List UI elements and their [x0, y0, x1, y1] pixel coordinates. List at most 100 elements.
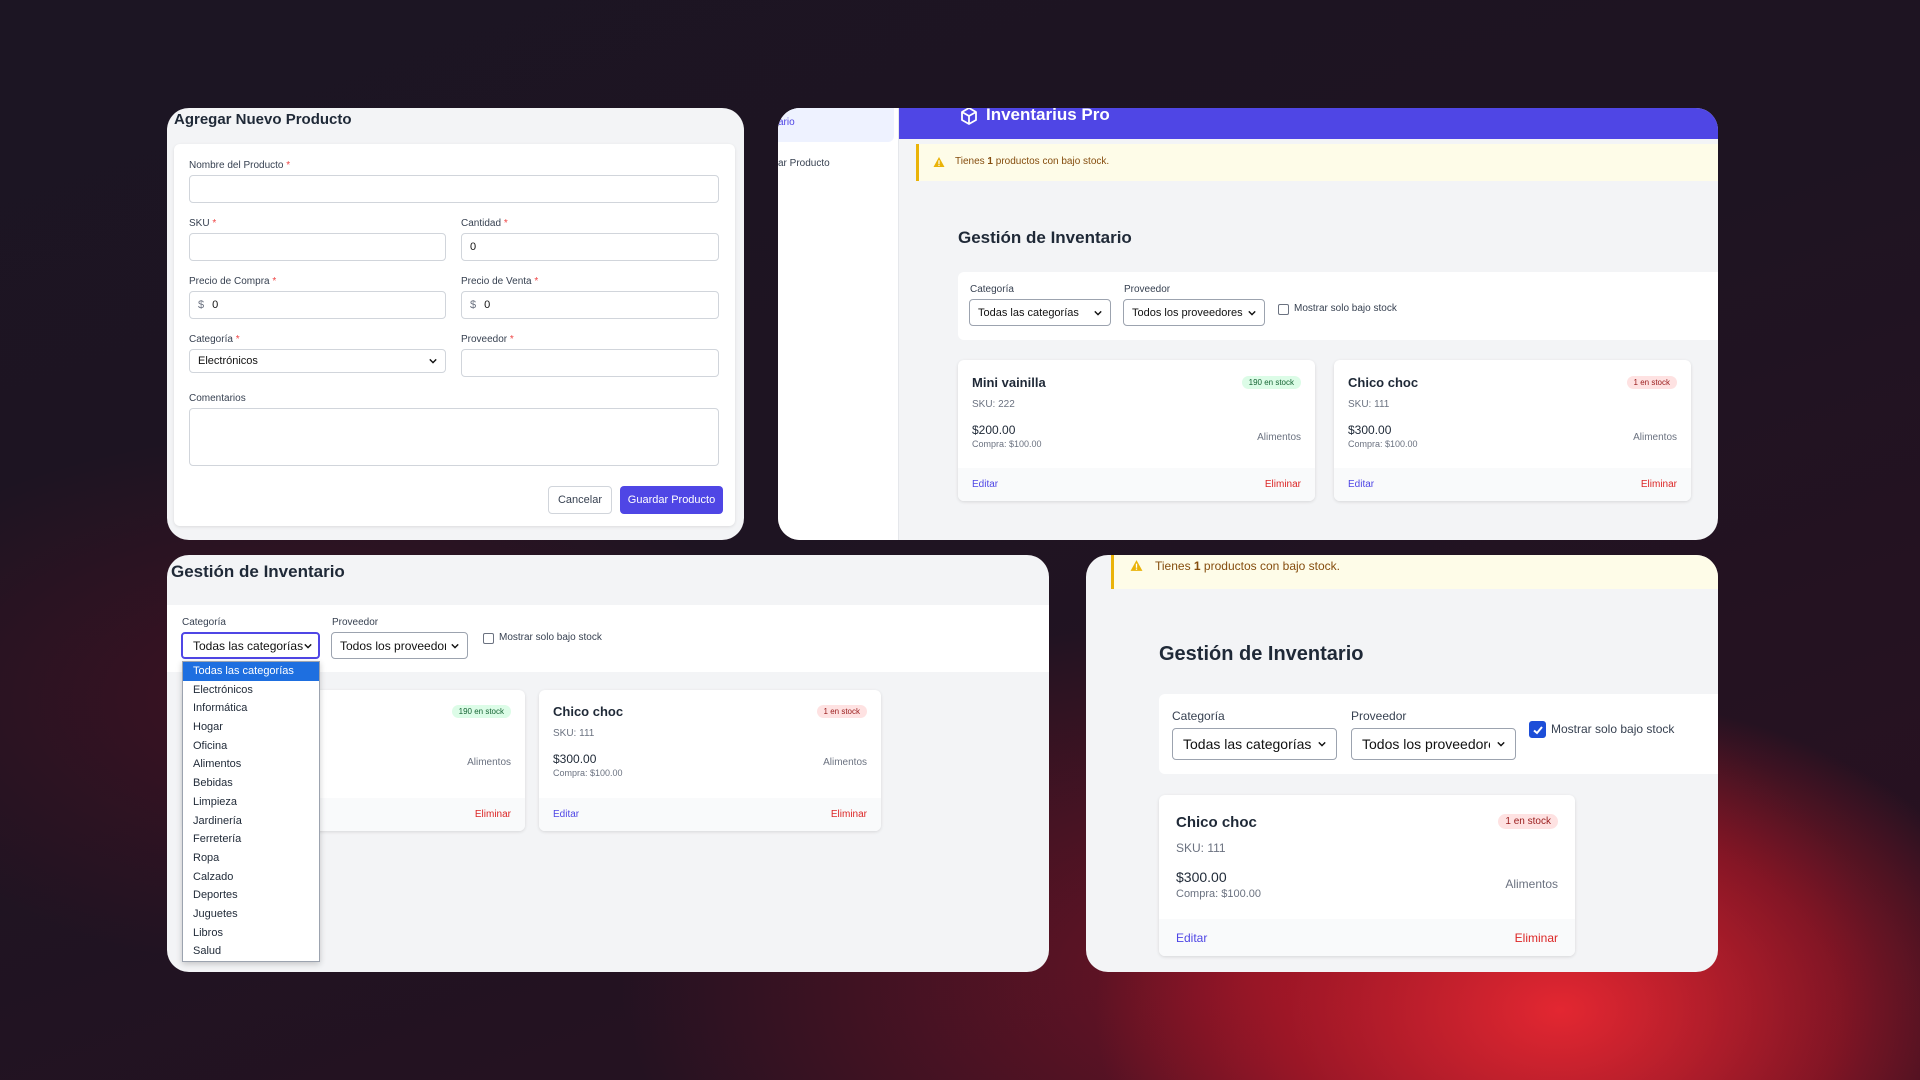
form-card: Nombre del Producto * SKU * Cantidad * 0… [174, 144, 735, 526]
product-category: Alimentos [1257, 432, 1301, 443]
category-select[interactable]: Electrónicos [189, 349, 446, 373]
dropdown-option[interactable]: Bebidas [183, 774, 319, 793]
sidebar-item-label: ario [778, 117, 795, 128]
category-dropdown-list: Todas las categorías Electrónicos Inform… [182, 661, 320, 962]
dropdown-option[interactable]: Alimentos [183, 755, 319, 774]
page-title: Gestión de Inventario [171, 562, 345, 581]
edit-link[interactable]: Editar [972, 479, 998, 490]
edit-link[interactable]: Editar [1348, 479, 1374, 490]
delete-link[interactable]: Eliminar [475, 809, 511, 820]
supplier-filter-select[interactable]: Todos los proveedores [331, 632, 468, 659]
buy-price-label: Precio de Compra * [189, 276, 277, 287]
supplier-filter-label: Proveedor [1351, 709, 1407, 723]
dropdown-option[interactable]: Calzado [183, 868, 319, 887]
buy-price-input[interactable]: $ 0 [189, 291, 446, 319]
quantity-label: Cantidad * [461, 218, 508, 229]
category-label: Categoría * [189, 334, 240, 345]
sidebar-item-label: ar Producto [778, 158, 830, 169]
page-title: Gestión de Inventario [1159, 643, 1364, 665]
chevron-down-icon [304, 643, 312, 649]
warning-icon [1130, 560, 1143, 571]
dropdown-option[interactable]: Limpieza [183, 793, 319, 812]
alert-text: Tienes 1 productos con bajo stock. [955, 156, 1110, 167]
app-overview-panel: ario ar Producto Inventarius Pro Tienes … [778, 108, 1718, 540]
category-filter-select[interactable]: Todas las categorías [969, 299, 1111, 326]
save-product-button[interactable]: Guardar Producto [620, 486, 723, 514]
product-buy-price: Compra: $100.00 [1176, 888, 1261, 900]
delete-link[interactable]: Eliminar [1515, 931, 1558, 945]
filters-bar: Categoría Todas las categorías Proveedor… [1159, 694, 1718, 774]
dropdown-option[interactable]: Oficina [183, 737, 319, 756]
low-stock-checkbox[interactable] [1278, 304, 1289, 315]
delete-link[interactable]: Eliminar [1265, 479, 1301, 490]
stock-badge: 190 en stock [451, 705, 511, 718]
low-stock-alert: Tienes 1 productos con bajo stock. [1111, 555, 1718, 589]
dropdown-option[interactable]: Informática [183, 699, 319, 718]
currency-symbol: $ [470, 299, 477, 311]
filters-bar: Categoría Todas las categorías Proveedor… [958, 272, 1718, 340]
low-stock-filter-panel: Tienes 1 productos con bajo stock. Gesti… [1086, 555, 1718, 972]
sidebar: ario ar Producto [778, 108, 899, 540]
category-dropdown-panel: Gestión de Inventario Categoría Todas la… [167, 555, 1049, 972]
product-name: Chico choc [553, 704, 624, 719]
app-header: Inventarius Pro [899, 108, 1718, 139]
supplier-input[interactable] [461, 349, 719, 377]
low-stock-checkbox[interactable] [1529, 721, 1546, 738]
supplier-filter-select[interactable]: Todos los proveedores [1123, 299, 1265, 326]
sell-price-input[interactable]: $ 0 [461, 291, 719, 319]
product-category: Alimentos [467, 757, 511, 768]
product-name-input[interactable] [189, 175, 719, 203]
product-category: Alimentos [823, 757, 867, 768]
stock-badge: 1 en stock [1626, 376, 1677, 389]
sidebar-item-inventory[interactable]: ario [778, 108, 894, 142]
low-stock-checkbox[interactable] [483, 633, 494, 644]
sell-price-value: 0 [484, 299, 491, 311]
low-stock-label: Mostrar solo bajo stock [1294, 303, 1397, 314]
box-icon [961, 108, 977, 125]
dropdown-option[interactable]: Libros [183, 924, 319, 943]
sku-label: SKU * [189, 218, 217, 229]
chevron-down-icon [1094, 310, 1102, 316]
sku-input[interactable] [189, 233, 446, 261]
cancel-button[interactable]: Cancelar [548, 486, 612, 514]
dropdown-option[interactable]: Ropa [183, 849, 319, 868]
category-select-value: Electrónicos [198, 355, 258, 367]
product-buy-price: Compra: $100.00 [1348, 439, 1418, 449]
supplier-filter-value: Todos los proveedores [1362, 736, 1490, 752]
low-stock-label: Mostrar solo bajo stock [1551, 722, 1675, 736]
card-actions: Editar Eliminar [1159, 919, 1575, 956]
dropdown-option[interactable]: Deportes [183, 886, 319, 905]
chevron-down-icon [429, 358, 437, 364]
dropdown-option[interactable]: Hogar [183, 718, 319, 737]
low-stock-alert: Tienes 1 productos con bajo stock. [916, 144, 1718, 181]
chevron-down-icon [1318, 741, 1326, 747]
chevron-down-icon [1248, 310, 1256, 316]
product-card: Chico choc 1 en stock SKU: 111 $300.00 C… [1159, 795, 1575, 956]
dropdown-option[interactable]: Electrónicos [183, 681, 319, 700]
category-filter-select[interactable]: Todas las categorías [1172, 728, 1337, 760]
card-actions: Editar Eliminar [539, 798, 881, 831]
category-filter-value: Todas las categorías [1183, 736, 1312, 752]
supplier-filter-label: Proveedor [332, 617, 379, 628]
edit-link[interactable]: Editar [553, 809, 579, 820]
chevron-down-icon [451, 643, 459, 649]
product-price: $300.00 [553, 752, 597, 766]
category-filter-select[interactable]: Todas las categorías [181, 632, 320, 659]
product-card: Mini vainilla 190 en stock SKU: 222 $200… [958, 360, 1315, 501]
dropdown-option[interactable]: Juguetes [183, 905, 319, 924]
delete-link[interactable]: Eliminar [831, 809, 867, 820]
dropdown-option[interactable]: Jardinería [183, 812, 319, 831]
stock-badge: 1 en stock [1498, 814, 1558, 829]
dropdown-option[interactable]: Salud [183, 942, 319, 961]
product-sku: SKU: 111 [553, 728, 595, 739]
supplier-filter-select[interactable]: Todos los proveedores [1351, 728, 1516, 760]
dropdown-option[interactable]: Ferretería [183, 830, 319, 849]
dropdown-option[interactable]: Todas las categorías [183, 662, 319, 681]
delete-link[interactable]: Eliminar [1641, 479, 1677, 490]
sidebar-item-add-product[interactable]: ar Producto [778, 154, 894, 176]
edit-link[interactable]: Editar [1176, 931, 1207, 945]
supplier-label: Proveedor * [461, 334, 514, 345]
product-sku: SKU: 111 [1348, 399, 1390, 410]
comments-textarea[interactable] [189, 408, 719, 466]
quantity-input[interactable]: 0 [461, 233, 719, 261]
